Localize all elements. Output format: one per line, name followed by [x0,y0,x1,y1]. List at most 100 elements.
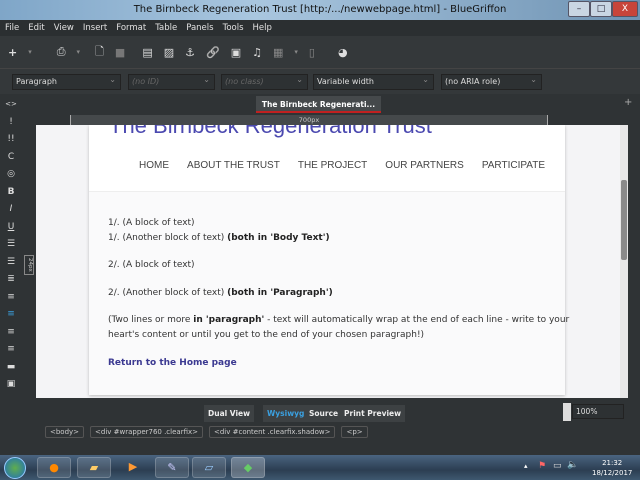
scrollbar-thumb[interactable] [621,180,627,260]
wysiwyg-button[interactable]: Wysiwyg [263,405,309,422]
menu-bar: File Edit View Insert Format Table Panel… [0,20,640,36]
menu-panels[interactable]: Panels [186,23,213,33]
paint-icon[interactable]: ✎ [155,457,189,478]
width-ruler: 700px [70,115,548,125]
audio-icon[interactable]: ♫ [252,46,262,59]
print-preview-button[interactable]: Print Preview [340,405,406,422]
nav-partners[interactable]: OUR PARTNERS [385,160,464,171]
form-icon[interactable]: ▦ [273,46,283,59]
table-icon[interactable]: ▤ [142,46,152,59]
minimize-button[interactable]: – [568,1,590,17]
chevron-down-icon[interactable]: ▾ [294,48,298,56]
dual-view-button[interactable]: Dual View [204,405,255,422]
menu-edit[interactable]: Edit [28,23,44,33]
italic-icon[interactable]: I [0,201,22,219]
bullet-list-icon[interactable]: ☰ [0,236,22,254]
important-icon[interactable]: ! [0,114,22,132]
crumb-content[interactable]: <div #content .clearfix.shadow> [209,426,336,438]
paragraph-line: (Two lines or more in 'paragraph' - text… [108,315,570,325]
nav-about[interactable]: ABOUT THE TRUST [187,160,280,171]
width-select[interactable]: Variable width [313,73,434,90]
menu-file[interactable]: File [5,23,19,33]
new-icon[interactable]: + [8,46,17,59]
nav-project[interactable]: THE PROJECT [298,160,367,171]
class-select[interactable]: (no class) [221,73,308,90]
menu-format[interactable]: Format [116,23,146,33]
video-icon[interactable]: ▣ [231,46,241,59]
chevron-down-icon[interactable]: ▾ [28,48,32,56]
color-icon[interactable]: ◎ [0,166,22,184]
start-button[interactable] [4,457,26,479]
indent-icon[interactable]: ≡ [0,289,22,307]
outdent-icon[interactable]: ≣ [0,271,22,289]
site-nav: HOME ABOUT THE TRUST THE PROJECT OUR PAR… [89,160,545,171]
add-tab-button[interactable]: + [624,97,632,108]
aria-role-select[interactable]: (no ARIA role) [441,73,542,90]
home-page-link[interactable]: Return to the Home page [108,358,237,368]
crumb-body[interactable]: <body> [45,426,85,438]
zoom-select[interactable]: 100% [572,404,624,419]
block-icon[interactable]: ▣ [0,376,22,394]
doc-icon[interactable]: ▯ [309,46,315,59]
image-icon[interactable]: ▨ [164,46,174,59]
crumb-p[interactable]: <p> [341,426,368,438]
title-bar: The Birnbeck Regeneration Trust [http:/.… [0,0,640,20]
side-ruler: 24px [24,255,34,275]
explorer-icon[interactable]: ▰ [77,457,111,478]
globe-icon[interactable]: ◕ [338,46,348,59]
nav-participate[interactable]: PARTICIPATE [482,160,545,171]
code-icon[interactable]: C [0,149,22,167]
crumb-wrapper[interactable]: <div #wrapper760 .clearfix> [90,426,203,438]
volume-icon[interactable]: 🔈 [567,460,578,470]
format-bar: Paragraph (no ID) (no class) Variable wi… [0,68,640,94]
source-button[interactable]: Source [305,405,343,422]
anchor-icon[interactable]: ⚓ [185,46,195,59]
notepad-icon[interactable]: ▱ [192,457,226,478]
align-right-icon[interactable]: ≡ [0,341,22,359]
align-left-icon[interactable]: ≡ [0,306,22,324]
id-select[interactable]: (no ID) [128,73,215,90]
zoom-stepper[interactable] [563,403,571,421]
tray-expand-icon[interactable]: ▴ [524,462,528,470]
media-player-icon[interactable]: ▶ [116,457,150,478]
paragraph-format-select[interactable]: Paragraph [12,73,121,90]
link-icon[interactable]: 🔗 [206,46,220,59]
menu-tools[interactable]: Tools [223,23,244,33]
clock[interactable]: 21:32 18/12/2017 [592,458,632,478]
underline-icon[interactable]: U [0,219,22,237]
stop-icon[interactable]: ■ [115,46,125,59]
menu-insert[interactable]: Insert [83,23,107,33]
save-icon[interactable]: 🗋 [95,43,104,62]
breadcrumb: <body> <div #wrapper760 .clearfix> <div … [45,426,368,438]
action-center-icon[interactable]: ⚑ [538,461,546,471]
text-line: 1/. (A block of text) [108,218,195,228]
align-center-icon[interactable]: ≡ [0,324,22,342]
format-sidebar: <> ! !! C ◎ B I U ☰ ☰ ≣ ≡ ≡ ≡ ≡ ▬ ▣ [0,96,22,446]
close-button[interactable]: X [612,1,638,17]
network-icon[interactable]: ▭ [553,461,562,471]
paragraph-line: heart's content or until you get to the … [108,330,425,340]
taskbar: ● ▰ ▶ ✎ ▱ ◆ ▴ ⚑ ▭ 🔈 [0,455,640,480]
firefox-icon[interactable]: ● [37,457,71,478]
text-line: 2/. (Another block of text) (both in 'Pa… [108,288,333,298]
window-title: The Birnbeck Regeneration Trust [http:/.… [133,4,507,15]
double-important-icon[interactable]: !! [0,131,22,149]
text-line: 2/. (A block of text) [108,260,195,270]
open-icon[interactable]: ⎙ [57,45,66,59]
justify-icon[interactable]: ▬ [0,359,22,377]
vertical-scrollbar[interactable] [620,125,628,398]
menu-table[interactable]: Table [155,23,177,33]
bluegriffon-icon[interactable]: ◆ [231,457,265,478]
nav-home[interactable]: HOME [139,160,169,171]
toolbar: + ▾ ⎙ ▾ 🗋 ■ ▤ ▨ ⚓ 🔗 ▣ ♫ ▦ ▾ ▯ ◕ [0,36,640,68]
document-tab[interactable]: The Birnbeck Regenerati... [256,96,381,113]
source-toggle-icon[interactable]: <> [0,96,22,114]
menu-help[interactable]: Help [253,23,272,33]
numbered-list-icon[interactable]: ☰ [0,254,22,272]
tab-bar: The Birnbeck Regenerati... + [36,94,640,114]
site-title: The Birnbeck Regeneration Trust [109,125,432,138]
maximize-button[interactable]: □ [590,1,612,17]
chevron-down-icon[interactable]: ▾ [77,48,81,56]
menu-view[interactable]: View [54,23,74,33]
bold-icon[interactable]: B [0,184,22,202]
